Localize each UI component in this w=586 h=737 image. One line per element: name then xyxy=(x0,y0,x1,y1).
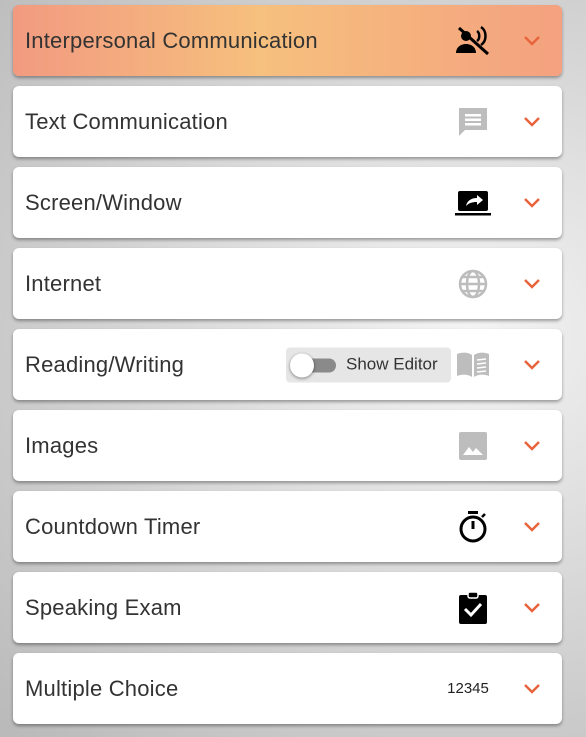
chevron-down-icon[interactable] xyxy=(521,435,543,457)
image-icon xyxy=(453,426,493,466)
voice-off-icon xyxy=(453,21,493,61)
section-label: Countdown Timer xyxy=(25,513,201,539)
clipboard-check-icon xyxy=(453,588,493,628)
settings-accordion: Interpersonal Communication Text Communi… xyxy=(13,5,562,734)
section-interpersonal-communication[interactable]: Interpersonal Communication xyxy=(13,5,562,76)
section-label: Images xyxy=(25,432,99,458)
chevron-down-icon[interactable] xyxy=(521,273,543,295)
show-editor-toggle[interactable]: Show Editor xyxy=(286,347,451,382)
chevron-down-icon[interactable] xyxy=(521,678,543,700)
chevron-down-icon[interactable] xyxy=(521,516,543,538)
section-countdown-timer[interactable]: Countdown Timer xyxy=(13,491,562,562)
chevron-down-icon[interactable] xyxy=(521,597,543,619)
chat-message-icon xyxy=(453,102,493,142)
section-label: Internet xyxy=(25,270,102,296)
section-reading-writing[interactable]: Reading/Writing Show Editor xyxy=(13,329,562,400)
toggle-knob[interactable] xyxy=(290,353,314,377)
globe-icon xyxy=(453,264,493,304)
section-label: Speaking Exam xyxy=(25,594,182,620)
section-internet[interactable]: Internet xyxy=(13,248,562,319)
book-icon xyxy=(453,345,493,385)
chevron-down-icon[interactable] xyxy=(521,111,543,133)
section-multiple-choice[interactable]: Multiple Choice 12345 xyxy=(13,653,562,724)
section-screen-window[interactable]: Screen/Window xyxy=(13,167,562,238)
section-label: Reading/Writing xyxy=(25,351,185,377)
section-images[interactable]: Images xyxy=(13,410,562,481)
section-label: Text Communication xyxy=(25,108,228,134)
section-text-communication[interactable]: Text Communication xyxy=(13,86,562,157)
chevron-down-icon[interactable] xyxy=(521,30,543,52)
section-speaking-exam[interactable]: Speaking Exam xyxy=(13,572,562,643)
chevron-down-icon[interactable] xyxy=(521,354,543,376)
section-label: Interpersonal Communication xyxy=(25,27,318,53)
section-label: Screen/Window xyxy=(25,189,182,215)
toggle-label: Show Editor xyxy=(346,354,438,374)
numbers-icon: 12345 xyxy=(447,680,489,697)
screen-share-icon xyxy=(453,183,493,223)
chevron-down-icon[interactable] xyxy=(521,192,543,214)
section-label: Multiple Choice xyxy=(25,675,179,701)
stopwatch-icon xyxy=(453,507,493,547)
